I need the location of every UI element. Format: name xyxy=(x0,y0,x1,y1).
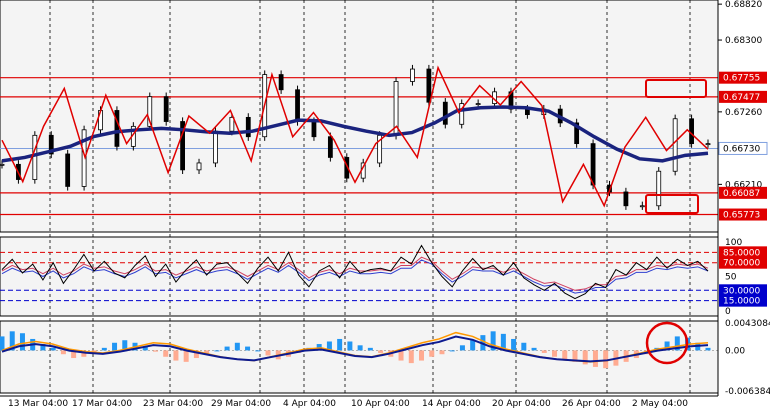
candle-body xyxy=(689,118,694,145)
histogram-tick-label: 0.0043084 xyxy=(725,319,770,329)
candle-body xyxy=(278,74,284,91)
histogram-bar xyxy=(429,350,435,357)
histogram-bar xyxy=(459,345,465,351)
candle-body xyxy=(196,162,202,171)
candle-body xyxy=(311,121,317,138)
histogram-bar xyxy=(60,350,66,355)
histogram-bar xyxy=(101,347,107,351)
histogram-bar xyxy=(163,350,169,357)
candle-body xyxy=(705,143,711,146)
time-tick-label: 14 Apr 04:00 xyxy=(422,399,481,409)
level-tag-label: 0.67755 xyxy=(723,74,760,84)
time-tick-label: 4 Apr 04:00 xyxy=(283,399,336,409)
candle-body xyxy=(0,163,5,166)
histogram-bar xyxy=(214,350,220,352)
histogram-bar xyxy=(347,341,353,351)
level-tag-label: 0.66087 xyxy=(723,189,760,199)
level-tag-label: 0.67477 xyxy=(723,93,760,103)
oscillator-level-label: 70.0000 xyxy=(723,259,760,269)
time-tick-label: 29 Mar 04:00 xyxy=(211,399,271,409)
histogram-bar xyxy=(541,350,547,353)
histogram-bar xyxy=(470,340,476,351)
candle-body xyxy=(656,170,662,207)
histogram-bar xyxy=(419,350,425,361)
panel-oscillator xyxy=(0,236,719,317)
histogram-bar xyxy=(255,350,261,352)
histogram-bar xyxy=(592,350,598,367)
histogram-bar xyxy=(378,350,384,353)
histogram-bar xyxy=(19,333,25,351)
histogram-bar xyxy=(439,350,445,355)
candle-body xyxy=(672,118,678,172)
time-tick-label: 2 May 04:00 xyxy=(632,399,688,409)
histogram-bar xyxy=(449,350,455,352)
candle-body xyxy=(245,116,251,138)
price-tick-label: 0.68820 xyxy=(725,0,762,10)
candle-body xyxy=(327,136,333,158)
histogram-bar xyxy=(112,342,118,351)
histogram-bar xyxy=(531,347,537,351)
histogram-bar xyxy=(408,350,414,364)
histogram-bar xyxy=(0,336,5,351)
histogram-bar xyxy=(265,350,271,356)
histogram-bar xyxy=(224,346,230,351)
candle-body xyxy=(590,143,596,186)
time-tick-label: 10 Apr 04:00 xyxy=(351,399,410,409)
histogram-tick-label: 0.00 xyxy=(725,346,745,356)
time-tick-label: 23 Mar 04:00 xyxy=(143,399,203,409)
histogram-bar xyxy=(357,345,363,351)
time-tick-label: 20 Apr 04:00 xyxy=(492,399,551,409)
time-tick-label: 17 Mar 04:00 xyxy=(72,399,132,409)
histogram-bar xyxy=(552,350,558,357)
histogram-bar xyxy=(367,347,373,351)
time-tick-label: 13 Mar 04:00 xyxy=(8,399,68,409)
candle-body xyxy=(639,205,645,208)
histogram-bar xyxy=(245,346,251,351)
oscillator-tick-label: 100 xyxy=(725,238,742,248)
candle-body xyxy=(295,89,300,122)
histogram-bar xyxy=(562,350,568,360)
histogram-bar xyxy=(152,350,158,352)
candle-body xyxy=(65,153,71,187)
histogram-bar xyxy=(511,338,517,351)
current-price-label: 0.66730 xyxy=(723,144,760,154)
oscillator-tick-label: 0 xyxy=(725,307,731,317)
level-tag-label: 0.65773 xyxy=(723,211,760,221)
trading-chart[interactable]: 13 Mar 04:00 17 Mar 04:00 23 Mar 04:00 29 M… xyxy=(0,0,770,415)
time-tick-label: 26 Apr 04:00 xyxy=(562,399,621,409)
panel-price xyxy=(0,0,719,233)
candle-body xyxy=(475,103,481,105)
candle-body xyxy=(426,68,432,103)
price-tick-label: 0.67260 xyxy=(725,108,762,118)
price-tick-label: 0.68300 xyxy=(725,36,762,46)
candle-body xyxy=(623,191,629,207)
candle-body xyxy=(229,116,235,132)
oscillator-tick-label: 50 xyxy=(725,273,737,283)
candle-body xyxy=(410,68,415,82)
candle-body xyxy=(442,101,448,125)
histogram-bar xyxy=(173,350,179,361)
histogram-bar xyxy=(234,342,240,351)
oscillator-level-label: 15.0000 xyxy=(723,297,760,307)
histogram-bar xyxy=(337,338,343,351)
histogram-bar xyxy=(183,350,189,362)
candle-body xyxy=(114,110,120,147)
candle-body xyxy=(163,96,169,122)
candle-body xyxy=(213,130,218,164)
histogram-bar xyxy=(521,342,527,351)
candle-body xyxy=(32,134,38,180)
histogram-bar xyxy=(705,347,711,351)
histogram-tick-label: -0.0063849 xyxy=(725,387,770,397)
histogram-bar xyxy=(50,347,56,351)
